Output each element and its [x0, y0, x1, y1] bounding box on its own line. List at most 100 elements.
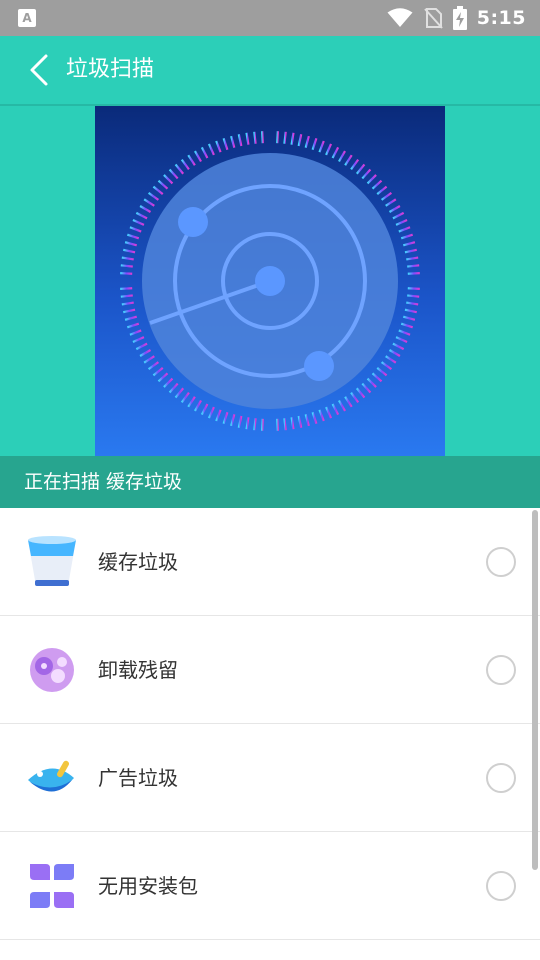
loading-circle-icon — [486, 547, 516, 577]
radar-tick — [124, 241, 137, 247]
list-item-label: 无用安装包 — [98, 874, 198, 898]
loading-circle-icon — [486, 871, 516, 901]
scrollbar[interactable] — [532, 510, 538, 870]
radar-tick — [380, 191, 392, 201]
radar-tick — [283, 418, 287, 431]
radar-tick — [380, 361, 392, 371]
radar-tick — [311, 411, 318, 424]
radar-tick — [135, 342, 148, 351]
scan-hero — [0, 106, 540, 456]
radar-tick — [371, 372, 383, 383]
radar-tick — [366, 377, 377, 388]
junk-category-list: 缓存垃圾 卸载残留 广告垃圾 无用安装包 — [0, 508, 540, 940]
radar-tick — [331, 146, 340, 159]
radar-tick — [200, 403, 209, 416]
list-item-label: 卸载残留 — [98, 658, 178, 682]
radar-tick — [398, 329, 411, 336]
radar-tick — [123, 248, 136, 254]
radar-tick — [148, 361, 160, 371]
radar-tick — [376, 185, 388, 196]
radar-tick — [276, 418, 279, 431]
radar-tick — [388, 349, 401, 357]
radar-tick — [230, 414, 236, 427]
chevron-left-icon[interactable] — [22, 50, 62, 90]
list-item-cache[interactable]: 缓存垃圾 — [0, 508, 540, 616]
radar-tick — [237, 134, 243, 147]
radar-tick — [395, 336, 408, 344]
radar-tick — [366, 174, 377, 185]
radar-tick — [132, 218, 145, 226]
radar-tick — [120, 264, 133, 268]
radar-tick — [392, 342, 405, 351]
radar-tick — [143, 355, 155, 364]
radar-tick — [350, 159, 360, 171]
radar-tick — [253, 418, 257, 431]
cup-icon — [28, 536, 76, 586]
radar-tick — [297, 415, 303, 428]
radar-tick — [222, 411, 229, 424]
radar-tick — [245, 417, 250, 430]
ad-fish-icon — [28, 760, 74, 792]
radar-tick — [261, 131, 264, 144]
radar-tick — [148, 191, 160, 201]
radar-tick — [338, 150, 346, 163]
radar-tick — [163, 377, 174, 388]
radar-tick — [152, 185, 164, 196]
loading-circle-icon — [486, 655, 516, 685]
app-bar: 垃圾扫描 — [0, 36, 540, 104]
radar-tick — [376, 366, 388, 377]
radar-tick — [207, 143, 215, 156]
radar-tick — [276, 131, 279, 144]
radar-tick — [392, 211, 405, 220]
page-title: 垃圾扫描 — [66, 57, 155, 82]
radar-tick — [304, 414, 310, 427]
radar-tick — [325, 406, 333, 419]
radar-tick — [350, 391, 360, 403]
radar-tick — [163, 174, 174, 185]
radar-tick — [261, 418, 264, 431]
radar-tick — [187, 154, 196, 166]
radar-tick — [129, 329, 142, 336]
radar-tick — [120, 294, 133, 298]
radar-tick — [355, 387, 366, 399]
list-item-ad-junk[interactable]: 广告垃圾 — [0, 724, 540, 832]
radar-tick — [311, 138, 318, 151]
radar-tick — [388, 205, 401, 213]
radar-tick — [215, 140, 222, 153]
radar-tick — [129, 226, 142, 233]
radar-tick — [361, 168, 372, 180]
radar-tick — [180, 159, 190, 171]
radar-tick — [215, 409, 222, 422]
radar-tick — [139, 205, 152, 213]
list-item-uninstall-residue[interactable]: 卸载残留 — [0, 616, 540, 724]
list-item-label: 缓存垃圾 — [98, 550, 178, 574]
radar-tick — [120, 287, 133, 290]
wifi-icon — [387, 8, 413, 27]
radar-tick — [123, 308, 136, 314]
radar-tick — [143, 198, 155, 207]
radar-tick — [318, 140, 325, 153]
radar-panel — [95, 106, 445, 456]
radar-tick — [400, 322, 413, 329]
radar-tick — [406, 301, 419, 306]
radar-tick — [297, 134, 303, 147]
radar-tick — [230, 135, 236, 148]
radar-tick — [237, 415, 243, 428]
radar-tick — [338, 399, 346, 412]
radar-tick — [253, 131, 257, 144]
clock: 5:15 — [476, 7, 526, 29]
radar-tick — [404, 308, 417, 314]
radar-tick — [174, 387, 185, 399]
radar-tick — [194, 150, 202, 163]
radar-tick — [290, 417, 295, 430]
gear-blob-icon — [30, 648, 74, 692]
radar-tick — [194, 399, 202, 412]
radar-tick — [121, 256, 134, 261]
radar-tick — [200, 146, 209, 159]
radar-tick — [404, 248, 417, 254]
radar-tick — [139, 349, 152, 357]
radar-tick — [168, 168, 179, 180]
radar-tick — [403, 241, 416, 247]
list-item-unused-packages[interactable]: 无用安装包 — [0, 832, 540, 940]
battery-charging-icon — [452, 6, 467, 30]
